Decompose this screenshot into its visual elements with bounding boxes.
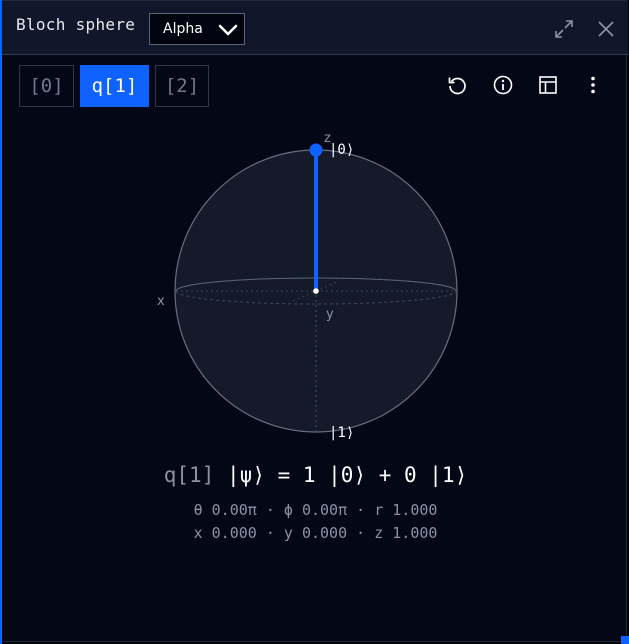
close-icon[interactable]: [595, 18, 617, 40]
panel-header: Bloch sphere Alpha: [1, 1, 628, 55]
state-vector-tip[interactable]: [309, 143, 323, 157]
state-expression-line: q[1] |ψ⟩ = 1 |0⟩ + 0 |1⟩: [1, 463, 629, 487]
ket-one-label: |1⟩: [329, 425, 354, 441]
tab-qubit-0[interactable]: [0]: [19, 65, 74, 107]
reset-icon[interactable]: [445, 73, 469, 97]
x-axis-label: x: [157, 294, 165, 309]
panel-focus-edge: [0, 0, 2, 644]
bloch-sphere[interactable]: z x y |0⟩ |1⟩: [151, 126, 481, 456]
theme-dropdown[interactable]: Alpha: [149, 13, 245, 45]
y-axis-label: y: [326, 307, 334, 322]
dropdown-selected-value: Alpha: [163, 21, 203, 37]
cartesian-readout: x 0.000 · y 0.000 · z 1.000: [193, 524, 438, 542]
angle-readout: θ 0.00π · ϕ 0.00π · r 1.000: [193, 501, 438, 519]
tab-qubit-2[interactable]: [2]: [155, 65, 209, 107]
info-icon[interactable]: [491, 73, 515, 97]
table-icon[interactable]: [536, 73, 560, 97]
chevron-down-icon: [218, 24, 238, 36]
state-expression: |ψ⟩ = 1 |0⟩ + 0 |1⟩: [227, 463, 468, 487]
sphere-center: [313, 288, 319, 294]
expand-icon[interactable]: [553, 18, 575, 40]
overflow-menu-icon[interactable]: [581, 73, 605, 97]
bloch-sphere-panel: Bloch sphere Alpha [0] q[1] [2] z x y |0…: [0, 0, 629, 642]
tab-qubit-1[interactable]: q[1]: [80, 65, 149, 107]
state-qubit-label: q[1]: [163, 463, 215, 487]
ket-zero-label: |0⟩: [329, 142, 354, 158]
panel-title: Bloch sphere: [16, 15, 136, 34]
resize-handle[interactable]: [621, 636, 629, 644]
